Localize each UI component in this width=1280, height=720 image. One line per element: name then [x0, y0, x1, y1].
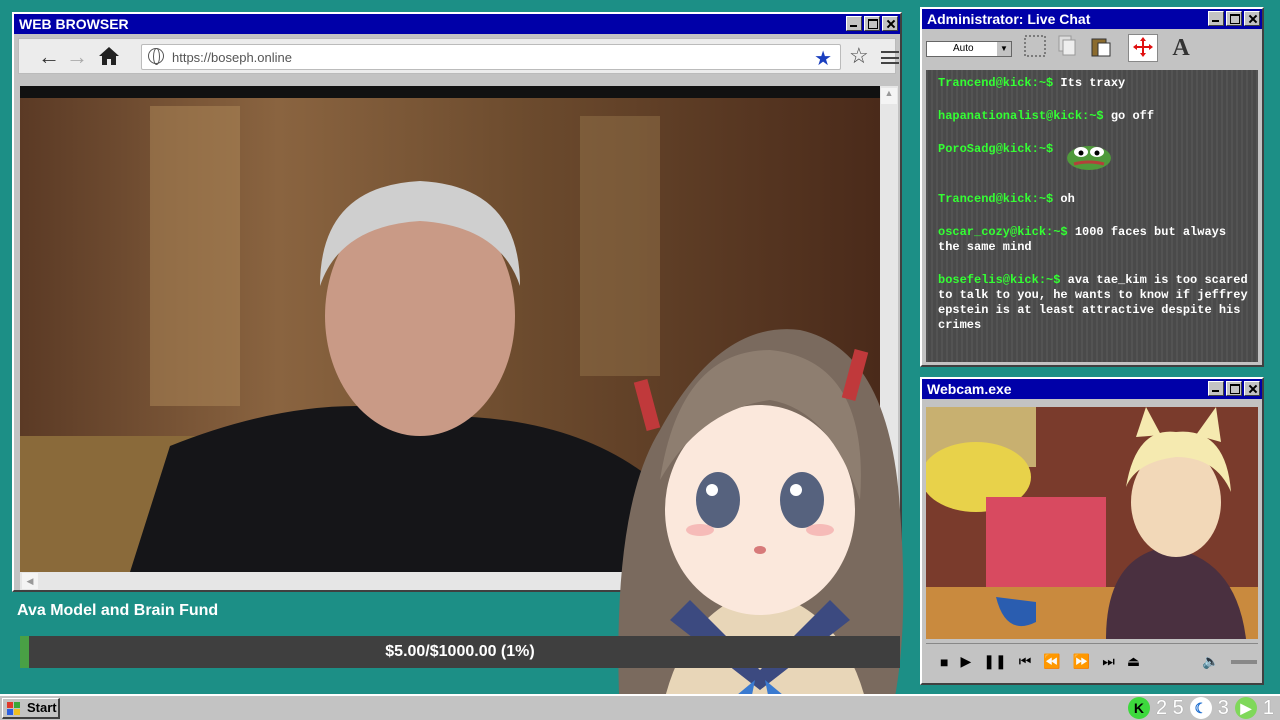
browser-navbar: ← → https://boseph.online ★ ☆: [18, 38, 899, 74]
paste-icon[interactable]: [1086, 34, 1116, 62]
skip-forward-icon[interactable]: ⏭: [1102, 653, 1115, 670]
chat-message: Trancend@kick:~$ oh: [938, 192, 1250, 207]
address-url: https://boseph.online: [172, 50, 292, 65]
home-icon[interactable]: [97, 45, 121, 69]
scroll-left-icon[interactable]: ◀: [22, 573, 38, 589]
webcam-titlebar[interactable]: Webcam.exe: [922, 379, 1262, 399]
volume-icon[interactable]: 🔈: [1202, 653, 1219, 670]
chat-username: Trancend@kick:~$: [938, 76, 1054, 90]
chat-text: oh: [1060, 192, 1075, 206]
skip-back-icon[interactable]: ⏮: [1019, 653, 1032, 670]
fund-progress-bar: $5.00/$1000.00 (1%): [20, 636, 900, 668]
chat-username: hapanationalist@kick:~$: [938, 109, 1104, 123]
scroll-up-icon[interactable]: ▲: [881, 88, 897, 104]
fast-forward-icon[interactable]: ⏩: [1073, 653, 1090, 670]
kick-icon[interactable]: K: [1127, 697, 1150, 719]
pepe-emote-icon: [1066, 142, 1112, 170]
chat-message: bosefelis@kick:~$ ava tae_kim is too sca…: [938, 273, 1250, 333]
copy-icon[interactable]: [1052, 34, 1082, 62]
media-controls: ■ ▶ ❚❚ ⏮ ⏪ ⏩ ⏭ ⏏ 🔈: [926, 643, 1258, 679]
menu-icon[interactable]: [881, 51, 899, 64]
chat-text: go off: [1110, 109, 1155, 123]
maximize-button[interactable]: [1226, 11, 1242, 26]
moon-count: 3: [1217, 696, 1229, 719]
chevron-down-icon[interactable]: ▼: [997, 42, 1011, 56]
move-tool-icon[interactable]: [1128, 34, 1158, 62]
close-button[interactable]: [1244, 11, 1260, 26]
eject-icon[interactable]: ⏏: [1127, 653, 1140, 670]
chat-window: Administrator: Live Chat Auto ▼ A Trance…: [920, 7, 1264, 367]
pause-icon[interactable]: ❚❚: [983, 653, 1006, 670]
start-button[interactable]: Start: [2, 698, 60, 719]
chat-message: PoroSadg@kick:~$: [938, 142, 1250, 170]
webcam-title: Webcam.exe: [927, 381, 1012, 397]
kick-count: 2 5: [1155, 696, 1184, 719]
chat-message: Trancend@kick:~$ Its traxy: [938, 76, 1250, 91]
address-bar[interactable]: https://boseph.online ★: [141, 44, 841, 70]
back-arrow-icon[interactable]: ←: [37, 45, 61, 69]
close-button[interactable]: [1244, 381, 1260, 396]
webcam-feed: [926, 407, 1258, 639]
maximize-button[interactable]: [864, 16, 880, 31]
play-icon[interactable]: ▶: [960, 653, 971, 670]
bookmark-star-icon[interactable]: ★: [814, 46, 832, 71]
minimize-button[interactable]: [1208, 381, 1224, 396]
chat-username: Trancend@kick:~$: [938, 192, 1054, 206]
zoom-select[interactable]: Auto ▼: [926, 41, 1012, 57]
play-count: 1: [1262, 696, 1274, 719]
system-tray: K 2 5 ☾ 3 ▶ 1: [1127, 696, 1274, 720]
forward-arrow-icon[interactable]: →: [65, 45, 89, 69]
chat-username: PoroSadg@kick:~$: [938, 142, 1054, 156]
minimize-button[interactable]: [1208, 11, 1224, 26]
close-button[interactable]: [882, 16, 898, 31]
fund-title: Ava Model and Brain Fund: [17, 602, 219, 619]
browser-titlebar[interactable]: WEB BROWSER: [14, 14, 900, 34]
font-icon[interactable]: A: [1166, 34, 1196, 62]
chat-toolbar: Auto ▼ A: [922, 29, 1262, 67]
start-label: Start: [27, 700, 57, 715]
stop-icon[interactable]: ■: [940, 654, 948, 670]
chat-text: Its traxy: [1060, 76, 1126, 90]
favorites-star-icon[interactable]: ☆: [849, 43, 869, 69]
chat-username: oscar_cozy@kick:~$: [938, 225, 1068, 239]
minimize-button[interactable]: [846, 16, 862, 31]
globe-icon: [148, 48, 164, 65]
zoom-select-value: Auto: [953, 43, 974, 54]
chat-username: bosefelis@kick:~$: [938, 273, 1061, 287]
rewind-icon[interactable]: ⏪: [1043, 653, 1060, 670]
chat-message: oscar_cozy@kick:~$ 1000 faces but always…: [938, 225, 1250, 255]
taskbar: Start K 2 5 ☾ 3 ▶ 1: [0, 694, 1280, 720]
webcam-window: Webcam.exe ■ ▶ ❚❚ ⏮ ⏪ ⏩ ⏭ ⏏ 🔈: [920, 377, 1264, 685]
moon-icon[interactable]: ☾: [1189, 697, 1212, 719]
chat-title: Administrator: Live Chat: [927, 11, 1091, 27]
chat-titlebar[interactable]: Administrator: Live Chat: [922, 9, 1262, 29]
browser-title: WEB BROWSER: [19, 16, 129, 32]
volume-slider[interactable]: [1231, 659, 1258, 664]
chat-log: Trancend@kick:~$ Its traxy hapanationalis…: [926, 70, 1258, 362]
chat-message: hapanationalist@kick:~$ go off: [938, 109, 1250, 124]
windows-logo-icon: [7, 702, 20, 715]
play-circle-icon[interactable]: ▶: [1234, 697, 1257, 719]
select-tool-icon[interactable]: [1020, 34, 1050, 62]
maximize-button[interactable]: [1226, 381, 1242, 396]
fund-progress-label: $5.00/$1000.00 (1%): [385, 643, 535, 660]
